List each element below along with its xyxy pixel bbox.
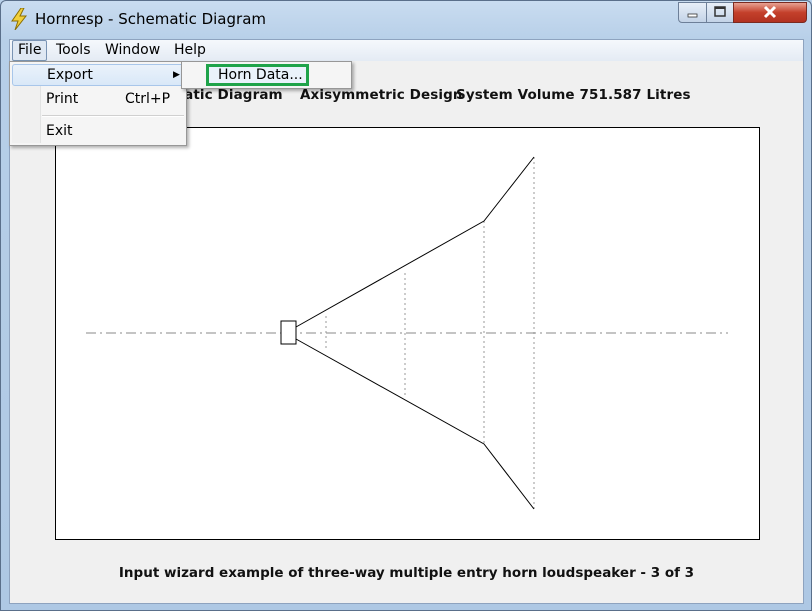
horn-schematic xyxy=(86,156,728,510)
close-icon xyxy=(763,5,777,19)
menu-tools[interactable]: Tools xyxy=(51,40,96,61)
exit-label: Exit xyxy=(46,123,73,139)
menu-item-exit[interactable]: Exit xyxy=(12,120,184,142)
export-label: Export xyxy=(47,67,93,83)
menu-file[interactable]: File xyxy=(12,40,48,61)
menu-item-export[interactable]: Export ▶ xyxy=(12,64,184,86)
minimize-button[interactable] xyxy=(678,2,707,23)
print-shortcut: Ctrl+P xyxy=(125,91,171,107)
maximize-button[interactable] xyxy=(706,2,734,23)
schematic-canvas xyxy=(55,127,760,540)
print-label: Print xyxy=(46,91,79,107)
maximize-icon xyxy=(714,6,726,17)
menu-separator xyxy=(42,115,184,117)
menu-item-horn-data[interactable]: Horn Data... xyxy=(206,64,309,86)
system-volume: System Volume 751.587 Litres xyxy=(456,87,691,103)
menu-help[interactable]: Help xyxy=(169,40,211,61)
menu-bar: File Tools Window Help xyxy=(10,40,803,61)
lightning-icon xyxy=(11,8,28,30)
horn-lower-wall xyxy=(295,338,535,510)
close-button[interactable] xyxy=(733,2,807,23)
horn-upper-wall xyxy=(295,156,535,328)
menu-item-print[interactable]: Print Ctrl+P xyxy=(12,88,184,110)
file-menu-dropdown: Export ▶ Print Ctrl+P Exit xyxy=(9,61,187,146)
design-type: Axisymmetric Design xyxy=(300,87,463,103)
diagram-caption: Input wizard example of three-way multip… xyxy=(118,565,695,581)
submenu-arrow-icon: ▶ xyxy=(173,70,180,80)
driver-box xyxy=(280,320,297,345)
window-title: Hornresp - Schematic Diagram xyxy=(35,10,266,28)
export-submenu: Horn Data... xyxy=(181,61,352,89)
menu-window[interactable]: Window xyxy=(100,40,165,61)
minimize-icon xyxy=(687,13,698,18)
title-bar[interactable]: Hornresp - Schematic Diagram xyxy=(1,1,811,35)
